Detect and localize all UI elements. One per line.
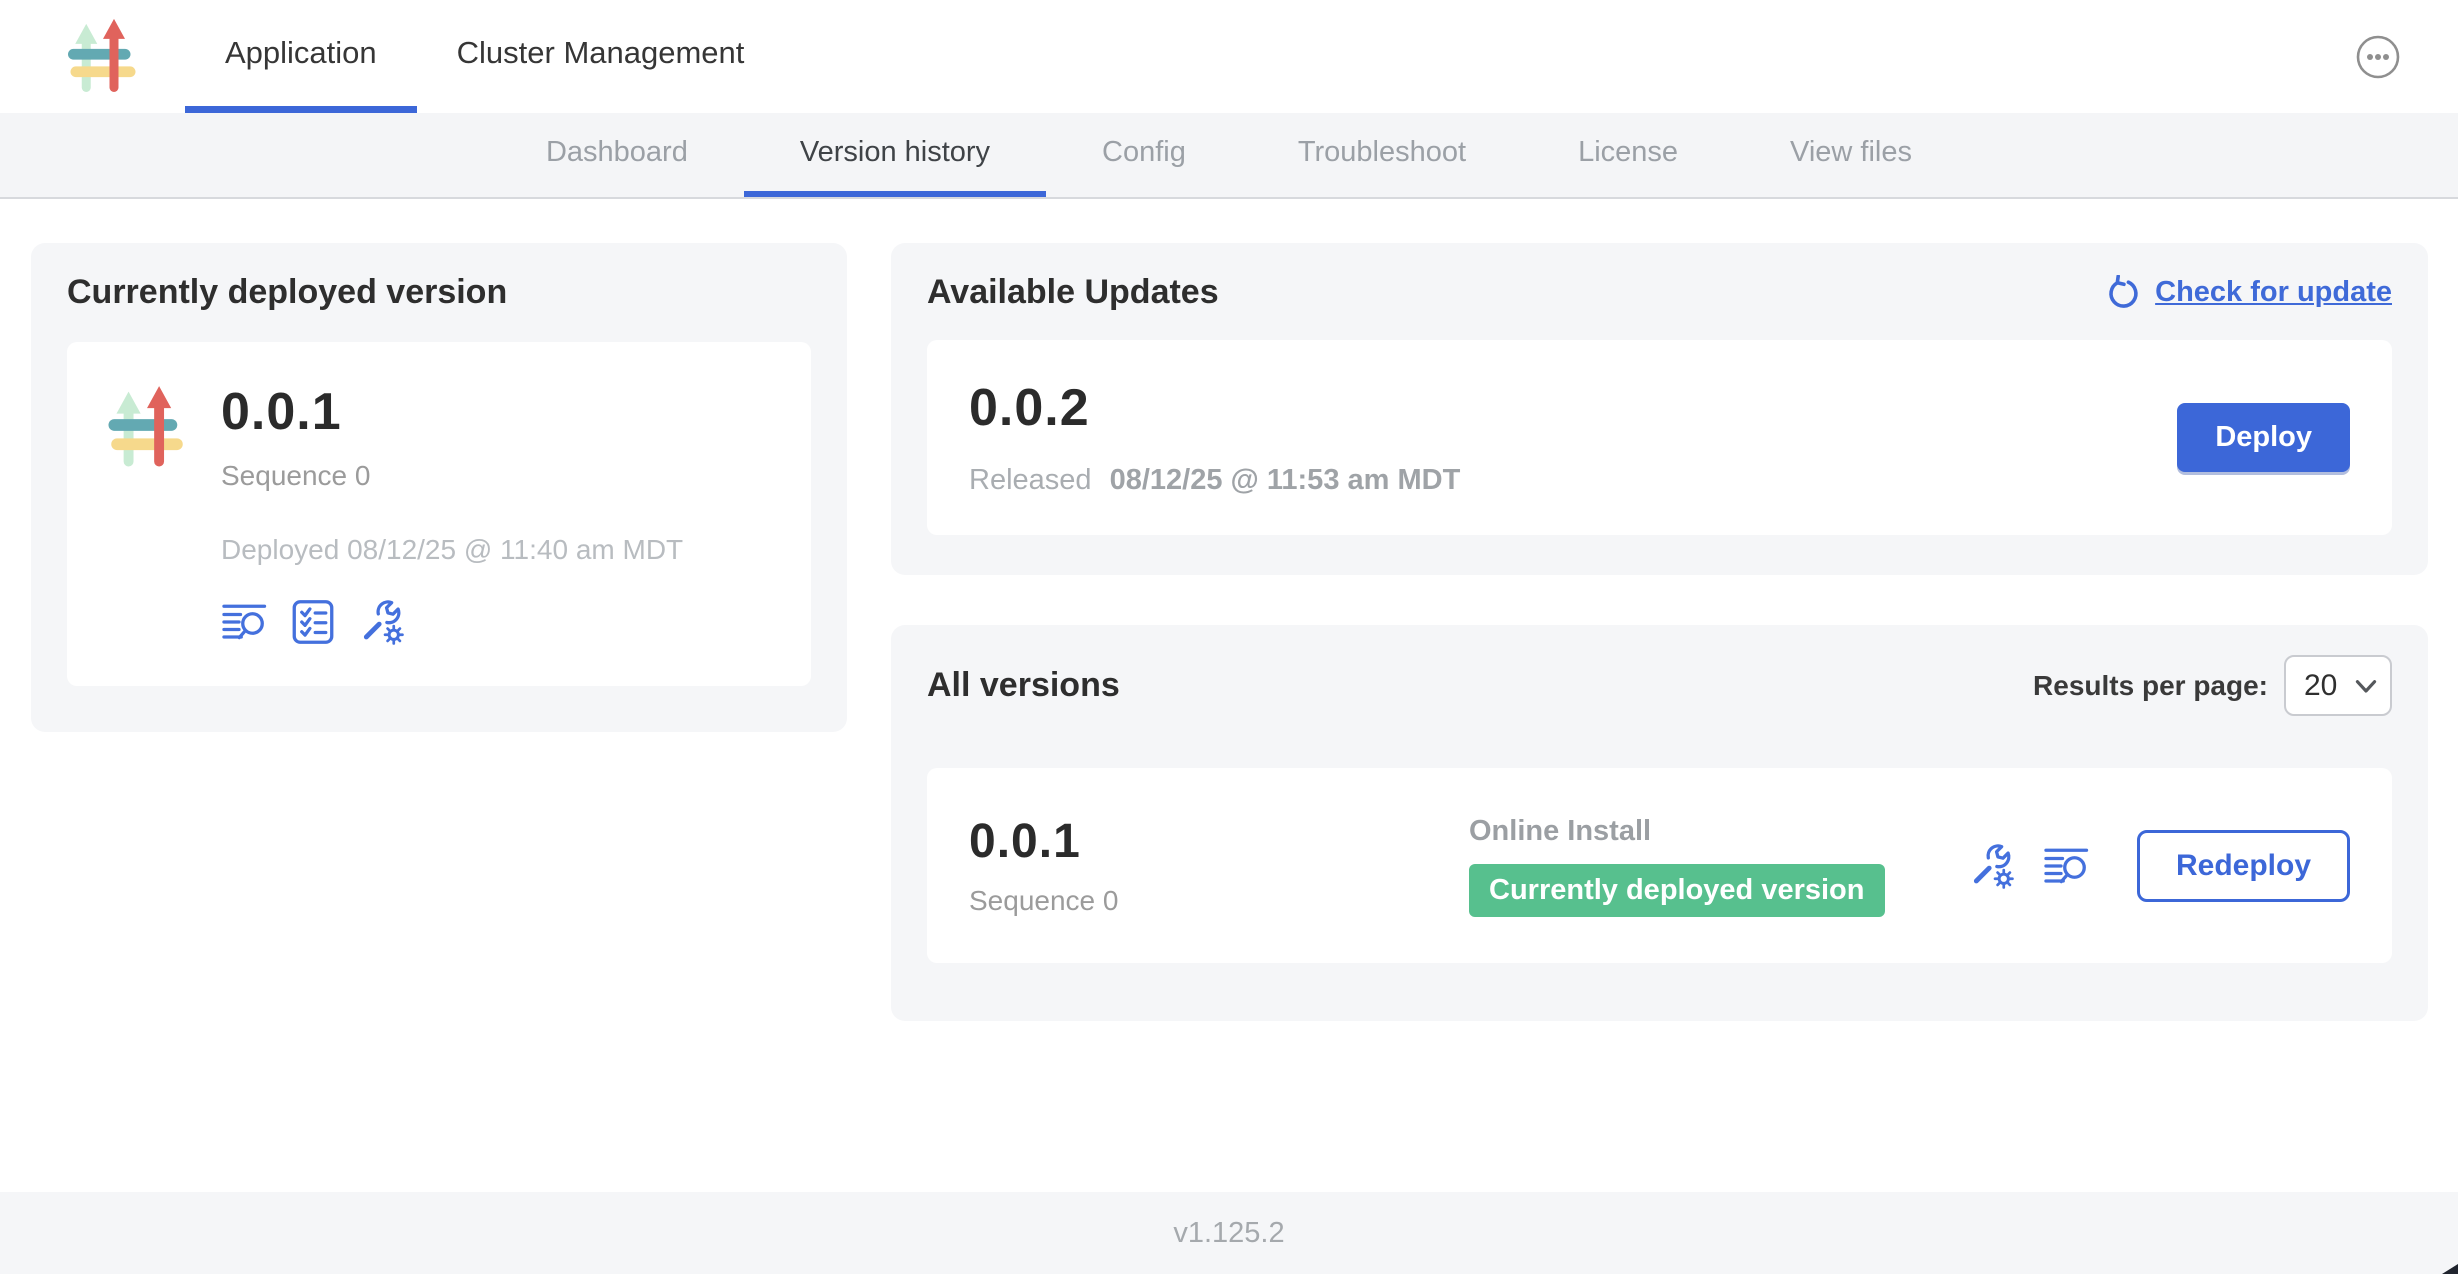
deployed-sequence: Sequence 0: [221, 460, 683, 492]
results-per-page-label: Results per page:: [2033, 670, 2268, 702]
edit-config-icon[interactable]: [1967, 842, 2015, 890]
released-label: Released: [969, 464, 1092, 496]
currently-deployed-version-panel: 0.0.1 Sequence 0 Deployed 08/12/25 @ 11:…: [67, 342, 811, 686]
window-corner-mark: [2442, 1264, 2458, 1274]
currently-deployed-card: Currently deployed version 0.0.1 Sequenc…: [31, 243, 847, 732]
app-logo-arrows-icon: [103, 382, 191, 474]
tab-cluster-management-label: Cluster Management: [457, 35, 745, 71]
subnav-config-label: Config: [1102, 136, 1186, 169]
subnav-troubleshoot-label: Troubleshoot: [1298, 136, 1466, 169]
deployed-version-actions: [221, 598, 683, 646]
subnav-item-dashboard[interactable]: Dashboard: [490, 113, 744, 197]
subnav-version-history-label: Version history: [800, 136, 990, 169]
update-released-line: Released 08/12/25 @ 11:53 am MDT: [969, 464, 1460, 497]
app-logo-arrows-icon: [63, 15, 143, 99]
preflight-checks-icon[interactable]: [289, 598, 337, 646]
subnav-item-troubleshoot[interactable]: Troubleshoot: [1242, 113, 1522, 197]
update-details: 0.0.2 Released 08/12/25 @ 11:53 am MDT: [969, 378, 1460, 497]
deployed-version-details: 0.0.1 Sequence 0 Deployed 08/12/25 @ 11:…: [221, 382, 683, 646]
subnav-item-view-files[interactable]: View files: [1734, 113, 1968, 197]
all-versions-card: All versions Results per page: 20 0: [891, 625, 2428, 1021]
row-version-number: 0.0.1: [969, 814, 1469, 869]
tab-cluster-management[interactable]: Cluster Management: [417, 0, 785, 113]
row-sequence: Sequence 0: [969, 885, 1469, 917]
row-version-details: 0.0.1 Sequence 0: [969, 814, 1469, 917]
available-update-row: 0.0.2 Released 08/12/25 @ 11:53 am MDT D…: [927, 340, 2392, 535]
status-badge: Currently deployed version: [1469, 864, 1885, 917]
redeploy-button[interactable]: Redeploy: [2137, 830, 2350, 902]
results-per-page-select[interactable]: 20: [2284, 655, 2392, 716]
app-subnav: Dashboard Version history Config Trouble…: [0, 113, 2458, 199]
console-version: v1.125.2: [1173, 1217, 1284, 1250]
update-version-number: 0.0.2: [969, 378, 1460, 438]
right-column: Available Updates Check for update 0.0.2…: [891, 243, 2428, 1021]
subnav-item-version-history[interactable]: Version history: [744, 113, 1046, 197]
available-updates-title: Available Updates: [927, 273, 1219, 312]
app-header: Application Cluster Management: [0, 0, 2458, 113]
released-timestamp: 08/12/25 @ 11:53 am MDT: [1110, 464, 1461, 496]
subnav-view-files-label: View files: [1790, 136, 1912, 169]
subnav-item-config[interactable]: Config: [1046, 113, 1242, 197]
tab-application[interactable]: Application: [185, 0, 417, 113]
results-per-page: Results per page: 20: [2033, 655, 2392, 716]
row-actions: Redeploy: [1967, 830, 2350, 902]
release-notes-icon[interactable]: [2043, 842, 2091, 890]
version-row: 0.0.1 Sequence 0 Online Install Currentl…: [927, 768, 2392, 963]
refresh-icon: [2105, 275, 2141, 311]
subnav-license-label: License: [1578, 136, 1678, 169]
check-for-update-link[interactable]: Check for update: [2105, 275, 2392, 311]
deployed-timestamp: Deployed 08/12/25 @ 11:40 am MDT: [221, 534, 683, 566]
currently-deployed-title: Currently deployed version: [67, 273, 811, 312]
all-versions-title: All versions: [927, 666, 1120, 705]
header-tabs: Application Cluster Management: [185, 0, 784, 113]
tab-application-label: Application: [225, 35, 377, 71]
available-updates-card: Available Updates Check for update 0.0.2…: [891, 243, 2428, 575]
deploy-button[interactable]: Deploy: [2177, 403, 2350, 472]
release-notes-icon[interactable]: [221, 598, 269, 646]
app-logo: [63, 0, 143, 113]
console-footer: v1.125.2: [0, 1192, 2458, 1274]
ellipsis-circle-icon: [2354, 33, 2402, 81]
edit-config-icon[interactable]: [357, 598, 405, 646]
subnav-dashboard-label: Dashboard: [546, 136, 688, 169]
install-type-label: Online Install: [1469, 815, 1967, 848]
deployed-version-number: 0.0.1: [221, 382, 683, 442]
overflow-menu-button[interactable]: [2354, 33, 2402, 81]
row-status: Online Install Currently deployed versio…: [1469, 815, 1967, 917]
check-for-update-label: Check for update: [2155, 276, 2392, 309]
subnav-item-license[interactable]: License: [1522, 113, 1734, 197]
app-icon: [103, 382, 191, 479]
header-spacer: [784, 0, 2354, 113]
main-content: Currently deployed version 0.0.1 Sequenc…: [0, 199, 2458, 1192]
